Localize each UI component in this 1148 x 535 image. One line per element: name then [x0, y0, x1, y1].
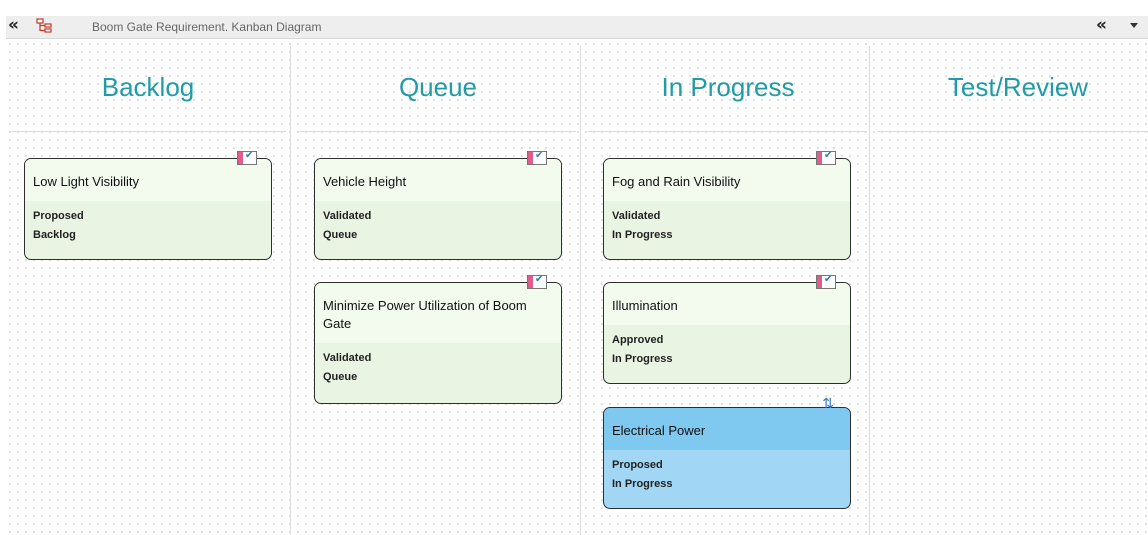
- requirement-icon: [816, 274, 836, 289]
- tree-diagram-icon: [36, 18, 52, 33]
- card-phase: Backlog: [33, 229, 76, 241]
- chevron-down-icon[interactable]: [1130, 23, 1138, 28]
- column-divider: [869, 46, 870, 535]
- card-phase: In Progress: [612, 353, 673, 365]
- card-status: Validated: [323, 210, 372, 222]
- column-title-backlog: Backlog: [101, 72, 195, 102]
- column-title-queue: Queue: [398, 72, 478, 102]
- requirement-icon: [527, 274, 547, 289]
- card-status: Proposed: [33, 210, 84, 222]
- column-divider: [580, 46, 581, 535]
- card-title: Vehicle Height: [315, 159, 561, 201]
- card-phase: Queue: [323, 229, 358, 241]
- card-details: Approved In Progress: [604, 325, 850, 377]
- card-electrical-power[interactable]: ⇅ Electrical Power Proposed In Progress: [603, 396, 851, 509]
- kanban-canvas[interactable]: [6, 40, 1148, 535]
- card-title: Minimize Power Utilization of Boom Gate: [315, 283, 561, 343]
- requirement-icon: [527, 150, 547, 165]
- collapse-right-icon[interactable]: «: [1096, 14, 1107, 36]
- card-title: Electrical Power: [604, 408, 850, 450]
- card-title: Low Light Visibility: [25, 159, 271, 201]
- column-header-underline: [878, 131, 1148, 132]
- card-status: Approved: [612, 334, 664, 346]
- requirement-icon: [816, 150, 836, 165]
- card-vehicle-height[interactable]: Vehicle Height Validated Queue: [314, 150, 562, 260]
- card-minimize-power-utilization[interactable]: Minimize Power Utilization of Boom Gate …: [314, 274, 562, 404]
- card-phase: In Progress: [612, 478, 673, 490]
- card-details: Validated Queue: [315, 201, 561, 253]
- card-low-light-visibility[interactable]: Low Light Visibility Proposed Backlog: [24, 150, 272, 260]
- card-status: Proposed: [612, 459, 663, 471]
- card-details: Proposed Backlog: [25, 201, 271, 253]
- card-details: Validated In Progress: [604, 201, 850, 253]
- card-details: Validated Queue: [315, 343, 561, 395]
- sync-icon: ⇅: [822, 396, 834, 412]
- card-status: Validated: [612, 210, 661, 222]
- card-illumination[interactable]: Illumination Approved In Progress: [603, 274, 851, 384]
- collapse-left-icon[interactable]: «: [8, 14, 19, 36]
- card-title: Fog and Rain Visibility: [604, 159, 850, 201]
- column-divider: [290, 46, 291, 535]
- diagram-title: Boom Gate Requirement. Kanban Diagram: [92, 20, 322, 34]
- column-title-test-review: Test/Review: [947, 72, 1089, 102]
- card-title: Illumination: [604, 283, 850, 325]
- card-phase: In Progress: [612, 229, 673, 241]
- card-details: Proposed In Progress: [604, 450, 850, 502]
- column-header-underline: [10, 131, 286, 132]
- column-header-underline: [588, 131, 865, 132]
- card-status: Validated: [323, 352, 372, 364]
- card-phase: Queue: [323, 371, 358, 383]
- column-header-underline: [298, 131, 576, 132]
- card-fog-and-rain-visibility[interactable]: Fog and Rain Visibility Validated In Pro…: [603, 150, 851, 260]
- requirement-icon: [237, 150, 257, 165]
- column-title-in-progress: In Progress: [661, 72, 795, 102]
